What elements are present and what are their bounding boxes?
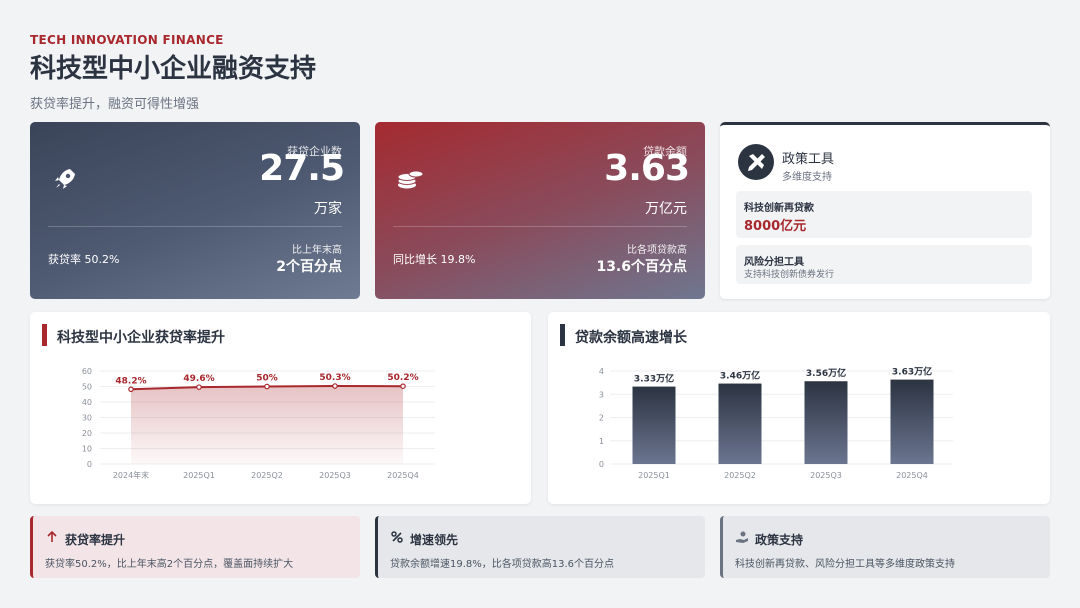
divider <box>393 226 687 227</box>
kpi-card-loans: 贷款余额 3.63 万亿元 同比增长 19.8% 比各项贷款高 13.6个百分点 <box>375 122 705 299</box>
data-label: 3.56万亿 <box>806 367 846 379</box>
policy-item-title: 科技创新再贷款 <box>744 203 814 214</box>
note-title: 政策支持 <box>755 533 804 547</box>
eyebrow: TECH INNOVATION FINANCE <box>30 33 224 47</box>
percent-icon <box>391 531 403 543</box>
kpi-value: 3.63 <box>604 148 690 189</box>
note-policy: 政策支持 科技创新再贷款、风险分担工具等多维度政策支持 <box>720 516 1050 578</box>
policy-item-desc: 支持科技创新债券发行 <box>744 270 835 280</box>
y-tick-label: 1 <box>599 437 604 446</box>
kpi-compare-value: 13.6个百分点 <box>596 259 687 275</box>
bar <box>890 379 934 464</box>
x-tick-label: 2025Q2 <box>724 471 756 480</box>
note-desc: 贷款余额增速19.8%，比各项贷款高13.6个百分点 <box>390 559 615 570</box>
kpi-rate: 获贷率 50.2% <box>48 253 120 266</box>
policy-item-title: 风险分担工具 <box>744 257 804 268</box>
data-point <box>128 386 134 393</box>
bar <box>632 386 676 464</box>
policy-tools-card: 政策工具 多维度支持 科技创新再贷款 8000亿元 风险分担工具 支持科技创新债… <box>720 122 1050 299</box>
y-tick-label: 3 <box>599 390 604 399</box>
note-rate-up: 获贷率提升 获贷率50.2%，比上年末高2个百分点，覆盖面持续扩大 <box>30 516 360 578</box>
data-point <box>264 383 270 390</box>
y-tick-label: 0 <box>599 460 604 469</box>
tools-icon-badge <box>738 144 774 180</box>
y-tick-label: 2 <box>599 414 604 423</box>
kpi-unit: 万家 <box>314 201 342 217</box>
kpi-unit: 万亿元 <box>645 201 687 217</box>
policy-item-value: 8000亿元 <box>744 219 807 234</box>
data-point <box>332 383 338 389</box>
y-tick-label: 60 <box>82 367 92 376</box>
hand-coin-icon <box>736 531 748 543</box>
bar <box>718 383 762 464</box>
note-title: 获贷率提升 <box>65 533 126 547</box>
note-growth: 增速领先 贷款余额增速19.8%，比各项贷款高13.6个百分点 <box>375 516 705 578</box>
title-accent-bar <box>42 324 47 346</box>
x-tick-label: 2025Q1 <box>638 471 670 480</box>
x-tick-label: 2025Q3 <box>810 471 842 480</box>
area-fill <box>131 386 403 464</box>
title-accent-bar <box>560 324 565 346</box>
x-tick-label: 2025Q1 <box>183 471 215 480</box>
data-label: 3.63万亿 <box>892 366 932 378</box>
note-title: 增速领先 <box>410 533 459 547</box>
y-tick-label: 50 <box>82 383 92 392</box>
data-label: 50% <box>256 374 278 384</box>
chart-title: 贷款余额高速增长 <box>575 330 687 346</box>
policy-title: 政策工具 <box>782 152 835 167</box>
kpi-card-enterprises: 获贷企业数 27.5 万家 获贷率 50.2% 比上年末高 2个百分点 <box>30 122 360 299</box>
rate-chart-panel: 0 10 20 30 40 50 60 48.2% 2024年末 49.6% 2025Q1 50% 20… <box>30 312 531 504</box>
y-tick-label: 4 <box>599 367 604 376</box>
rocket-icon <box>55 169 75 189</box>
chart-title: 科技型中小企业获贷率提升 <box>57 330 225 346</box>
kpi-compare-label: 比各项贷款高 <box>627 245 687 256</box>
data-label: 50.2% <box>387 373 418 383</box>
kpi-rate: 同比增长 19.8% <box>393 253 476 266</box>
x-tick-label: 2025Q4 <box>896 471 928 480</box>
tools-icon <box>748 154 765 171</box>
data-point <box>400 383 406 389</box>
y-tick-label: 40 <box>82 398 92 407</box>
y-tick-label: 0 <box>87 460 92 469</box>
policy-item-relending: 科技创新再贷款 8000亿元 <box>736 191 1032 238</box>
policy-item-risk-sharing: 风险分担工具 支持科技创新债券发行 <box>736 245 1032 284</box>
divider <box>48 226 342 227</box>
data-label: 48.2% <box>115 376 146 386</box>
x-tick-label: 2025Q2 <box>251 471 283 480</box>
kpi-compare-value: 2个百分点 <box>276 259 342 275</box>
note-desc: 科技创新再贷款、风险分担工具等多维度政策支持 <box>735 559 955 570</box>
x-tick-label: 2025Q4 <box>387 471 419 480</box>
note-desc: 获贷率50.2%，比上年末高2个百分点，覆盖面持续扩大 <box>45 559 294 570</box>
data-label: 3.33万亿 <box>634 373 674 385</box>
x-tick-label: 2025Q3 <box>319 471 351 480</box>
y-tick-label: 10 <box>82 445 92 454</box>
data-label: 50.3% <box>319 373 350 383</box>
kpi-value: 27.5 <box>259 148 345 189</box>
bar <box>804 381 848 464</box>
y-tick-label: 30 <box>82 414 92 423</box>
data-label: 49.6% <box>183 374 214 384</box>
page-title: 科技型中小企业融资支持 <box>30 54 317 84</box>
page-subtitle: 获贷率提升，融资可得性增强 <box>30 97 200 112</box>
data-point <box>196 384 202 390</box>
kpi-compare-label: 比上年末高 <box>292 245 342 256</box>
coins-icon <box>397 170 424 189</box>
data-label: 3.46万亿 <box>720 370 760 382</box>
x-tick-label: 2024年末 <box>113 470 149 480</box>
arrow-up-icon <box>47 530 57 542</box>
loan-chart-panel: 0 1 2 3 4 3.33万亿 2025Q1 3.46万亿 2025Q2 3.56万亿 2025Q… <box>548 312 1050 504</box>
policy-subtitle: 多维度支持 <box>782 172 832 183</box>
y-tick-label: 20 <box>82 429 92 438</box>
